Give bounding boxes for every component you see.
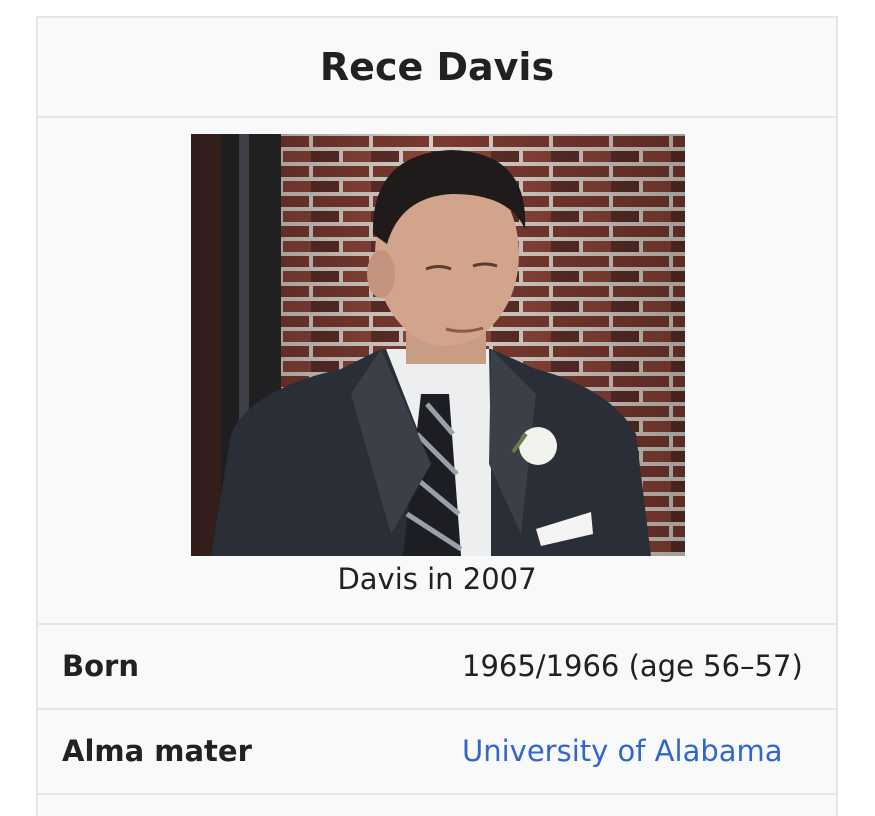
infobox-title: Rece Davis <box>38 18 836 118</box>
infobox-row-alma-mater: Alma mater University of Alabama <box>38 710 836 795</box>
image-caption: Davis in 2007 <box>337 562 537 596</box>
born-value: 1965/1966 (age 56–57) <box>462 649 803 683</box>
infobox: Rece Davis Davis in 2007 Born 1965/1966 … <box>36 16 838 816</box>
infobox-image-cell: Davis in 2007 <box>38 118 836 625</box>
portrait-photo[interactable] <box>191 134 685 556</box>
alma-mater-link[interactable]: University of Alabama <box>462 734 783 768</box>
infobox-row-born: Born 1965/1966 (age 56–57) <box>38 625 836 710</box>
alma-mater-label: Alma mater <box>62 734 252 768</box>
born-label: Born <box>62 649 139 683</box>
